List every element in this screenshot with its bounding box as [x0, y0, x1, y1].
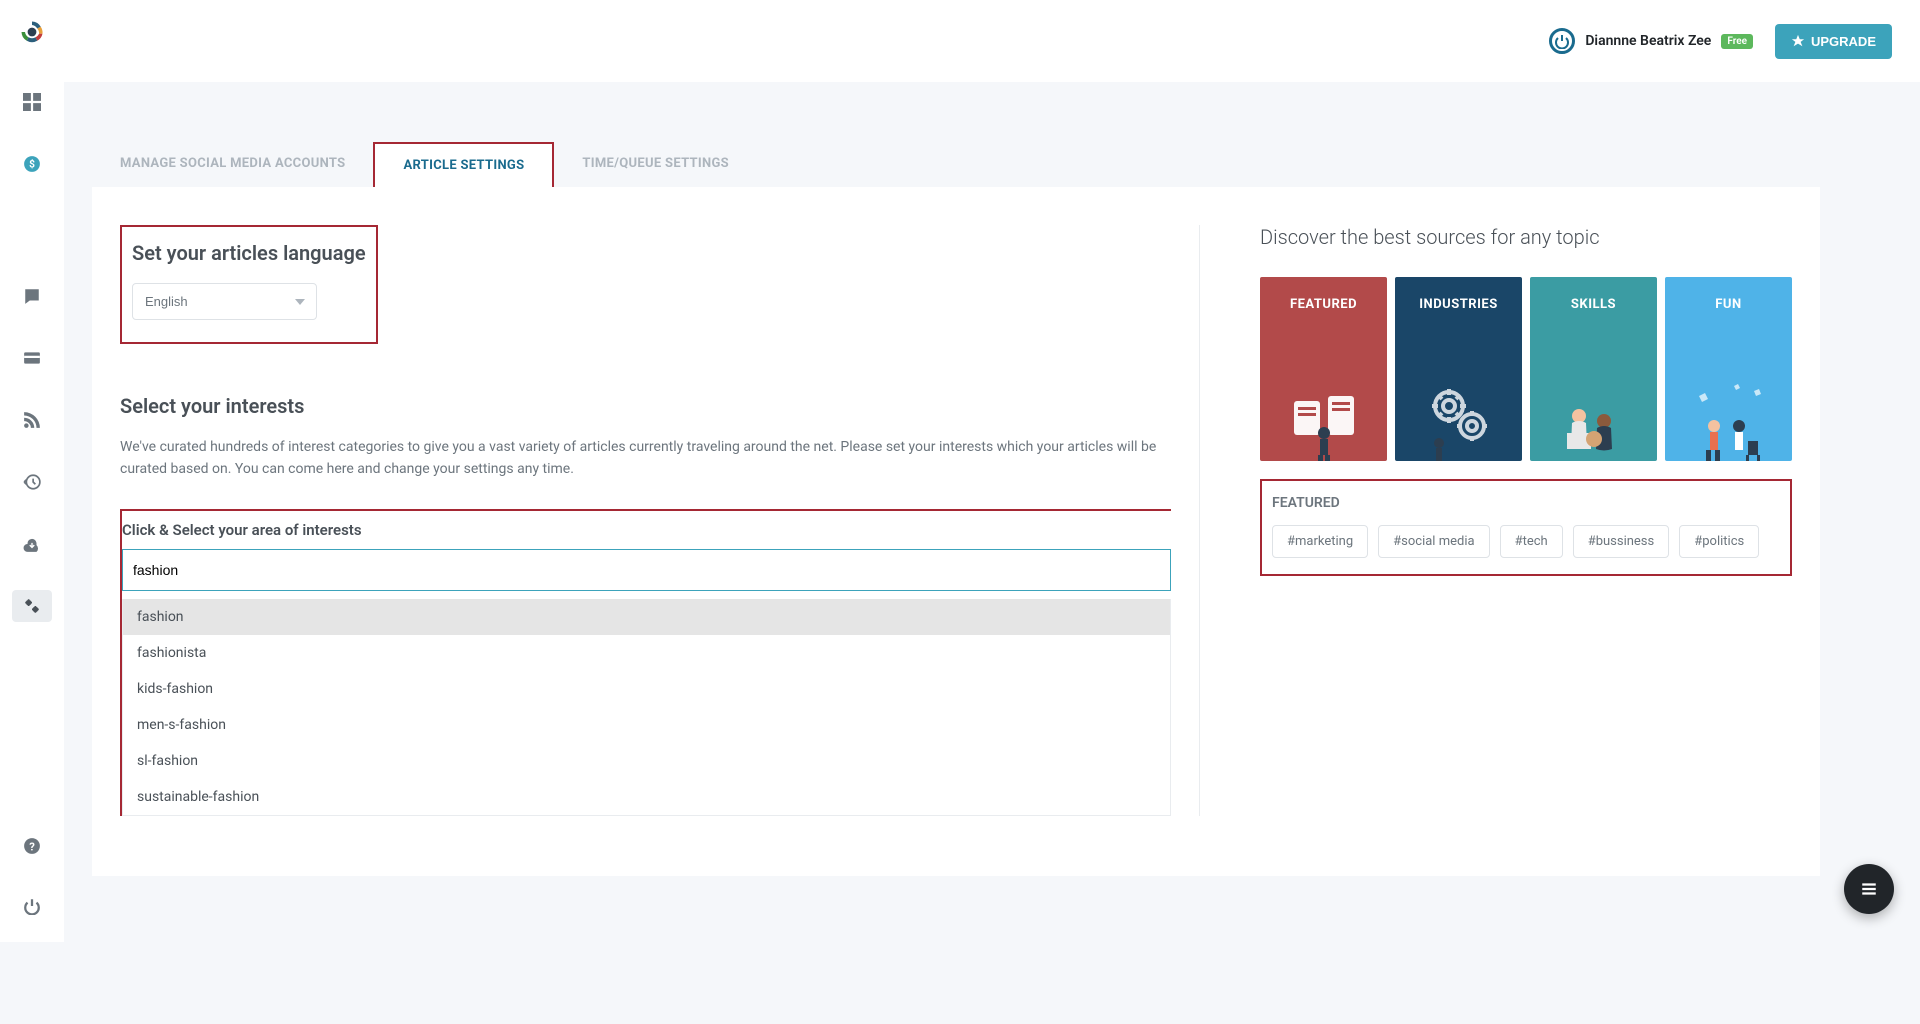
card-graphic-icon [1665, 361, 1792, 461]
interest-input[interactable] [122, 549, 1171, 591]
sidebar: $ ? [0, 0, 64, 942]
help-icon[interactable]: ? [12, 830, 52, 862]
card-graphic-icon [1260, 361, 1387, 461]
dropdown-item[interactable]: men-s-fashion [123, 707, 1170, 743]
user-name: Diannne Beatrix Zee [1585, 33, 1711, 49]
card-graphic-icon [1395, 361, 1522, 461]
hashtag-business[interactable]: #bussiness [1573, 525, 1670, 558]
hashtag-politics[interactable]: #politics [1679, 525, 1759, 558]
download-icon[interactable] [12, 528, 52, 560]
tab-time-queue[interactable]: TIME/QUEUE SETTINGS [554, 142, 757, 187]
tab-article-settings[interactable]: ARTICLE SETTINGS [373, 142, 554, 187]
dropdown-item[interactable]: fashionista [123, 635, 1170, 671]
settings-icon[interactable] [12, 590, 52, 622]
featured-label: FEATURED [1272, 495, 1780, 511]
app-logo [18, 18, 46, 46]
interests-box: Click & Select your area of interests fa… [120, 509, 1171, 816]
dashboard-icon[interactable] [12, 86, 52, 118]
power-icon[interactable] [12, 890, 52, 922]
compose-icon[interactable] [12, 280, 52, 312]
language-section: Set your articles language English [120, 225, 378, 344]
card-fun[interactable]: FUN [1665, 277, 1792, 461]
topic-cards: FEATURED INDUSTRIES SKILLS [1260, 277, 1792, 461]
topbar: Diannne Beatrix Zee Free UPGRADE [64, 0, 1920, 82]
interests-label: Click & Select your area of interests [122, 511, 1171, 549]
featured-hashtags-section: FEATURED #marketing #social media #tech … [1260, 479, 1792, 576]
hashtag-tech[interactable]: #tech [1500, 525, 1563, 558]
payment-icon[interactable] [12, 342, 52, 374]
card-featured[interactable]: FEATURED [1260, 277, 1387, 461]
card-title: INDUSTRIES [1419, 297, 1498, 312]
svg-text:$: $ [29, 157, 35, 170]
dropdown-item[interactable]: kids-fashion [123, 671, 1170, 707]
interests-description: We've curated hundreds of interest categ… [120, 436, 1171, 481]
upgrade-label: UPGRADE [1811, 34, 1876, 49]
menu-fab-button[interactable] [1844, 864, 1894, 914]
discover-title: Discover the best sources for any topic [1260, 225, 1792, 249]
main-content: MANAGE SOCIAL MEDIA ACCOUNTS ARTICLE SET… [64, 82, 1920, 876]
hashtag-social-media[interactable]: #social media [1378, 525, 1489, 558]
rss-icon[interactable] [12, 404, 52, 436]
dropdown-item[interactable]: sl-fashion [123, 743, 1170, 779]
svg-text:?: ? [29, 841, 35, 854]
card-skills[interactable]: SKILLS [1530, 277, 1657, 461]
tab-manage-accounts[interactable]: MANAGE SOCIAL MEDIA ACCOUNTS [92, 142, 373, 187]
tabs: MANAGE SOCIAL MEDIA ACCOUNTS ARTICLE SET… [92, 142, 1820, 187]
interests-title: Select your interests [120, 394, 1171, 418]
upgrade-button[interactable]: UPGRADE [1775, 24, 1892, 59]
card-title: FEATURED [1290, 297, 1357, 312]
history-icon[interactable] [12, 466, 52, 498]
card-title: FUN [1715, 297, 1741, 312]
plan-badge: Free [1721, 34, 1753, 49]
user-avatar-icon [1549, 28, 1575, 54]
card-title: SKILLS [1571, 297, 1616, 312]
monetize-icon[interactable]: $ [12, 148, 52, 180]
card-graphic-icon [1530, 361, 1657, 461]
hamburger-icon [1860, 880, 1878, 898]
user-area[interactable]: Diannne Beatrix Zee Free UPGRADE [1549, 24, 1892, 59]
language-title: Set your articles language [132, 241, 366, 265]
language-select[interactable]: English [132, 283, 317, 320]
card-industries[interactable]: INDUSTRIES [1395, 277, 1522, 461]
star-icon [1791, 34, 1805, 48]
hashtag-marketing[interactable]: #marketing [1272, 525, 1368, 558]
dropdown-item[interactable]: fashion [123, 599, 1170, 635]
interest-dropdown: fashion fashionista kids-fashion men-s-f… [122, 599, 1171, 816]
dropdown-item[interactable]: sustainable-fashion [123, 779, 1170, 815]
